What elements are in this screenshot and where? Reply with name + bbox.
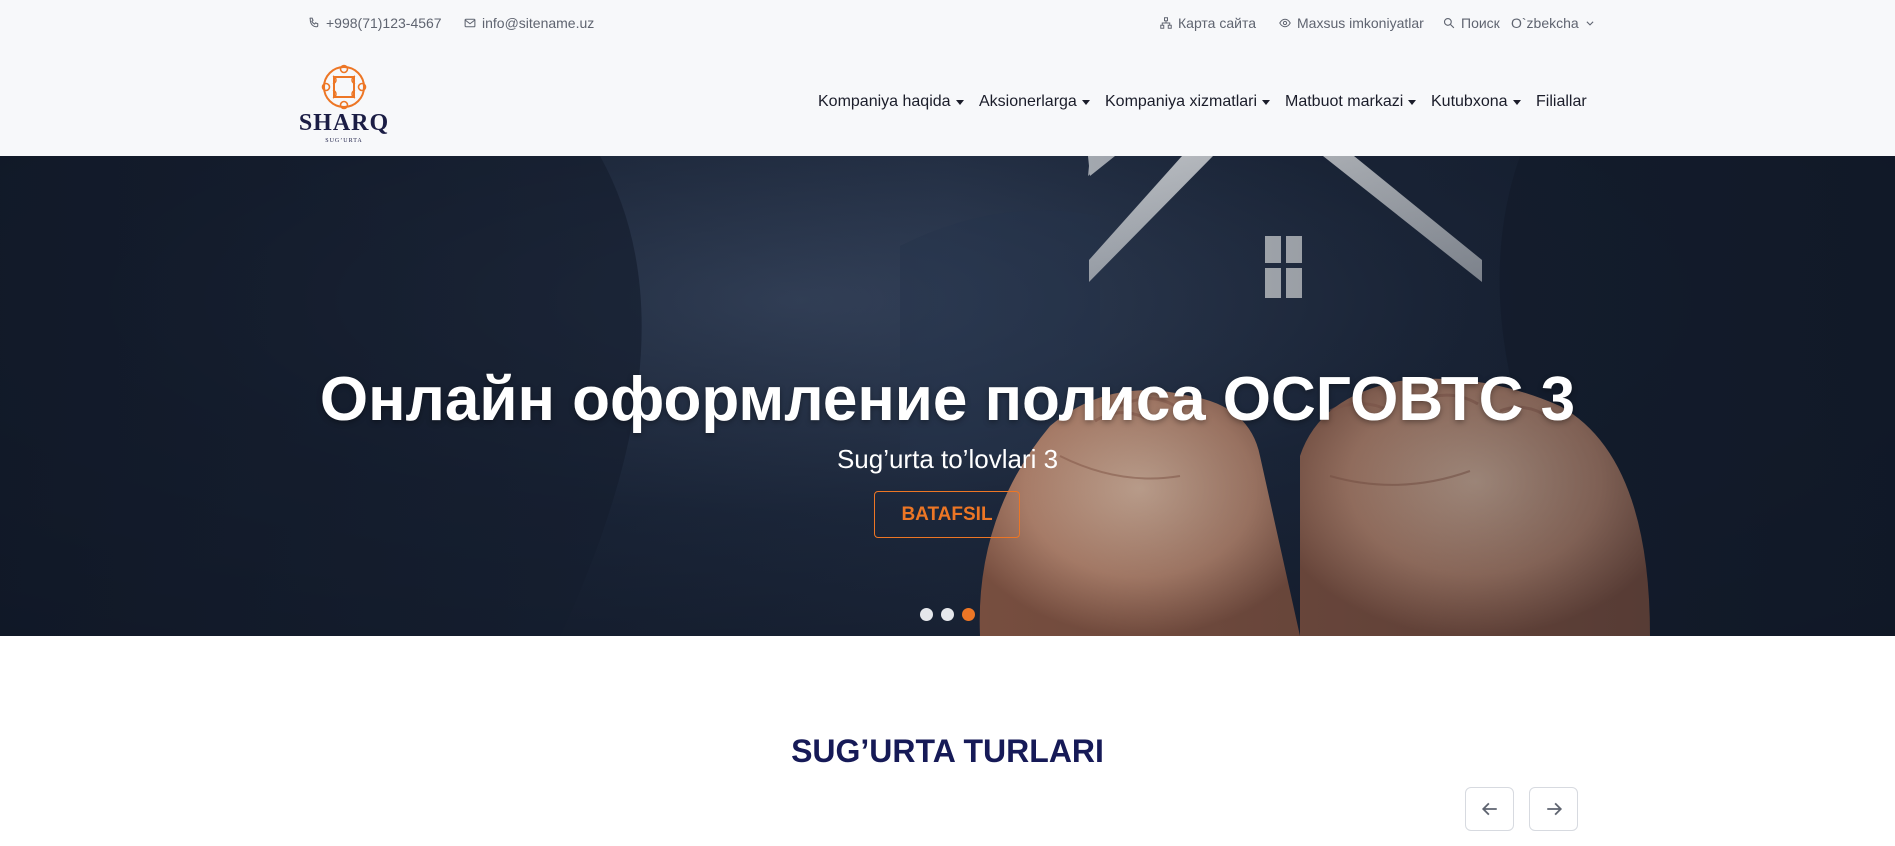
sitemap-icon xyxy=(1160,17,1172,29)
email-text: info@sitename.uz xyxy=(482,15,595,31)
top-utility-bar: +998(71)123-4567 info@sitename.uz Карта … xyxy=(0,0,1895,48)
nav-label: Kompaniya haqida xyxy=(818,93,951,110)
logo[interactable]: SHARQ SUG’URTA xyxy=(298,62,390,146)
caret-down-icon xyxy=(1081,99,1090,105)
search-link[interactable]: Поиск xyxy=(1443,15,1500,31)
caret-down-icon xyxy=(955,99,964,105)
chevron-down-icon xyxy=(1586,21,1594,26)
nav-item-kompaniya-xizmatlari[interactable]: Kompaniya xizmatlari xyxy=(1105,93,1271,111)
nav-label: Matbuot markazi xyxy=(1285,93,1404,110)
email-link[interactable]: info@sitename.uz xyxy=(464,15,594,31)
slide-dot-2[interactable] xyxy=(941,608,954,621)
nav-item-kutubxona[interactable]: Kutubxona xyxy=(1431,93,1521,111)
slider-pagination xyxy=(920,608,975,621)
nav-label: Kompaniya xizmatlari xyxy=(1105,93,1258,110)
next-button[interactable] xyxy=(1529,787,1578,831)
more-button[interactable]: BATAFSIL xyxy=(874,491,1020,538)
nav-item-kompaniya-haqida[interactable]: Kompaniya haqida xyxy=(818,93,964,111)
logo-subtitle: SUG’URTA xyxy=(325,138,363,144)
search-text: Поиск xyxy=(1461,15,1500,31)
sitemap-link[interactable]: Карта сайта xyxy=(1160,15,1256,31)
hero-slider: Онлайн оформление полиса ОСГОВТС 3 Sug’u… xyxy=(0,156,1895,636)
hero-subtitle: Sug’urta to’lovlari 3 xyxy=(836,444,1059,474)
prev-button[interactable] xyxy=(1465,787,1514,831)
sitemap-text: Карта сайта xyxy=(1178,15,1256,31)
logo-name: SHARQ xyxy=(298,110,390,136)
slide-dot-1[interactable] xyxy=(920,608,933,621)
mail-icon xyxy=(464,18,476,28)
nav-item-matbuot-markazi[interactable]: Matbuot markazi xyxy=(1285,93,1417,111)
search-icon xyxy=(1443,17,1455,29)
phone-text: +998(71)123-4567 xyxy=(326,15,442,31)
caret-down-icon xyxy=(1512,99,1521,105)
phone-icon xyxy=(309,17,319,28)
arrow-right-icon xyxy=(1546,802,1562,816)
hero-title: Онлайн оформление полиса ОСГОВТС 3 xyxy=(319,365,1576,434)
nav-item-filiallar[interactable]: Filiallar xyxy=(1536,93,1587,111)
logo-emblem-icon xyxy=(321,64,367,110)
arrow-left-icon xyxy=(1481,802,1497,816)
nav-label: Kutubxona xyxy=(1431,93,1508,110)
language-text: O`zbekcha xyxy=(1511,15,1579,31)
slide-dot-3[interactable] xyxy=(962,608,975,621)
nav-item-aksionerlarga[interactable]: Aksionerlarga xyxy=(979,93,1090,111)
caret-down-icon xyxy=(1408,99,1417,105)
eye-icon xyxy=(1279,18,1291,28)
accessibility-link[interactable]: Maxsus imkoniyatlar xyxy=(1279,15,1424,31)
nav-label: Aksionerlarga xyxy=(979,93,1077,110)
nav-label: Filiallar xyxy=(1536,93,1587,110)
section-title: SUG’URTA TURLARI xyxy=(791,733,1104,769)
phone-link[interactable]: +998(71)123-4567 xyxy=(308,15,442,31)
accessibility-text: Maxsus imkoniyatlar xyxy=(1297,15,1424,31)
language-select[interactable]: O`zbekcha xyxy=(1511,15,1595,31)
caret-down-icon xyxy=(1262,99,1271,105)
